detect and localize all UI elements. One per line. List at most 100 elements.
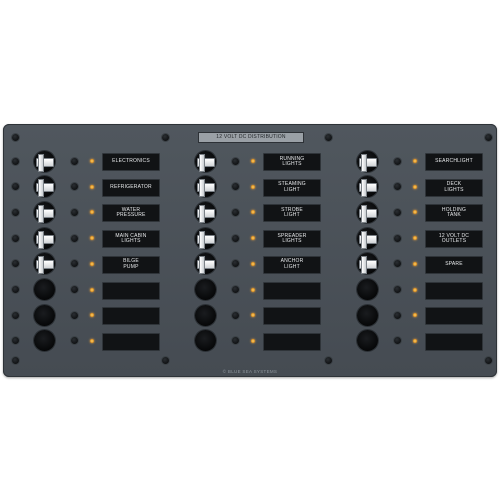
row-screw xyxy=(70,311,78,319)
circuit-label: SPREADER LIGHTS xyxy=(263,230,321,249)
indicator-led xyxy=(413,159,417,163)
mount-screw xyxy=(484,133,492,141)
row-screw xyxy=(70,260,78,268)
row-screw xyxy=(231,260,239,268)
row-screw xyxy=(231,208,239,216)
circuit-label: DECK LIGHTS xyxy=(425,178,483,197)
panel-title: 12 VOLT DC DISTRIBUTION xyxy=(198,132,304,143)
row-screw xyxy=(70,208,78,216)
indicator-led xyxy=(251,287,255,292)
mount-screw xyxy=(11,133,19,141)
circuit-label: MAIN CABIN LIGHTS xyxy=(102,230,160,249)
mount-screw xyxy=(324,133,332,141)
circuit-breaker-toggle[interactable] xyxy=(359,179,377,198)
circuit-label xyxy=(263,307,321,326)
circuit-label-text: ELECTRONICS xyxy=(112,158,150,165)
indicator-led xyxy=(251,184,255,189)
mount-screw xyxy=(11,356,19,364)
circuit-label: HOLDING TANK xyxy=(425,204,483,223)
blank-breaker-plug xyxy=(356,279,378,300)
row-screw xyxy=(393,157,401,165)
circuit-breaker-toggle[interactable] xyxy=(359,204,377,223)
circuit-label-text: LIGHT xyxy=(284,263,300,270)
indicator-led xyxy=(90,184,94,189)
mount-screw xyxy=(161,356,169,364)
circuit-label-text: SPARE xyxy=(445,261,463,268)
circuit-label xyxy=(425,307,483,326)
row-screw xyxy=(231,157,239,165)
circuit-label: STROBE LIGHT xyxy=(263,204,321,223)
circuit-label xyxy=(263,332,321,351)
circuit-breaker-toggle[interactable] xyxy=(36,153,54,172)
circuit-breaker-toggle[interactable] xyxy=(359,256,377,275)
circuit-breaker-toggle[interactable] xyxy=(197,230,215,249)
row-screw xyxy=(231,286,239,293)
indicator-led xyxy=(90,261,94,266)
edge-screw xyxy=(11,311,19,319)
edge-screw xyxy=(11,208,19,216)
row-screw xyxy=(393,286,401,293)
circuit-label xyxy=(263,281,321,300)
row-screw xyxy=(393,260,401,268)
circuit-breaker-toggle[interactable] xyxy=(36,179,54,198)
indicator-led xyxy=(90,159,94,163)
blank-breaker-plug xyxy=(33,279,55,300)
circuit-label: ANCHOR LIGHT xyxy=(263,255,321,274)
indicator-led xyxy=(413,184,417,189)
circuit-breaker-toggle[interactable] xyxy=(197,256,215,275)
circuit-breaker-toggle[interactable] xyxy=(197,153,215,172)
mount-screw xyxy=(161,133,169,141)
circuit-breaker-toggle[interactable] xyxy=(36,256,54,275)
edge-screw xyxy=(11,183,19,191)
blank-breaker-plug xyxy=(33,330,55,352)
circuit-label-text: TANK xyxy=(447,212,461,219)
circuit-breaker-toggle[interactable] xyxy=(197,179,215,198)
row-screw xyxy=(70,234,78,242)
blank-breaker-plug xyxy=(194,279,216,300)
edge-screw xyxy=(11,286,19,293)
circuit-label-text: PUMP xyxy=(123,263,139,270)
edge-screw xyxy=(11,234,19,242)
indicator-led xyxy=(413,261,417,266)
edge-screw xyxy=(11,260,19,268)
circuit-breaker-toggle[interactable] xyxy=(359,153,377,172)
circuit-label-text: SEARCHLIGHT xyxy=(435,158,473,165)
panel-footer: © BLUE SEA SYSTEMS xyxy=(222,369,278,374)
indicator-led xyxy=(251,159,255,163)
row-screw xyxy=(393,234,401,242)
circuit-label-text: LIGHTS xyxy=(282,161,302,167)
circuit-breaker-toggle[interactable] xyxy=(36,204,54,223)
circuit-label: ELECTRONICS xyxy=(102,153,160,171)
circuit-label: SEARCHLIGHT xyxy=(425,153,483,171)
indicator-led xyxy=(413,287,417,292)
circuit-breaker-toggle[interactable] xyxy=(36,230,54,249)
mount-screw xyxy=(484,356,492,364)
circuit-label-text: LIGHT xyxy=(284,186,300,193)
circuit-label-text: LIGHT xyxy=(284,212,300,219)
indicator-led xyxy=(413,338,417,343)
circuit-label-text: REFRIGERATOR xyxy=(110,183,152,190)
circuit-label xyxy=(102,332,160,351)
circuit-label: 12 VOLT DC OUTLETS xyxy=(425,230,483,249)
circuit-breaker-toggle[interactable] xyxy=(359,230,377,249)
circuit-label xyxy=(102,281,160,300)
circuit-label: RUNNING LIGHTS xyxy=(263,153,321,171)
circuit-label xyxy=(102,307,160,326)
row-screw xyxy=(70,337,78,345)
blank-breaker-plug xyxy=(194,330,216,352)
circuit-label: SPARE xyxy=(425,255,483,274)
row-screw xyxy=(393,337,401,345)
circuit-label-text: PRESSURE xyxy=(116,212,146,219)
row-screw xyxy=(231,183,239,191)
blank-breaker-plug xyxy=(194,304,216,326)
row-screw xyxy=(70,286,78,293)
row-screw xyxy=(231,337,239,345)
edge-screw xyxy=(11,157,19,165)
row-screw xyxy=(393,208,401,216)
row-screw xyxy=(393,311,401,319)
blank-breaker-plug xyxy=(33,304,55,326)
circuit-breaker-toggle[interactable] xyxy=(197,204,215,223)
indicator-led xyxy=(90,287,94,292)
blank-breaker-plug xyxy=(356,330,378,352)
circuit-label-text: LIGHTS xyxy=(444,186,464,193)
